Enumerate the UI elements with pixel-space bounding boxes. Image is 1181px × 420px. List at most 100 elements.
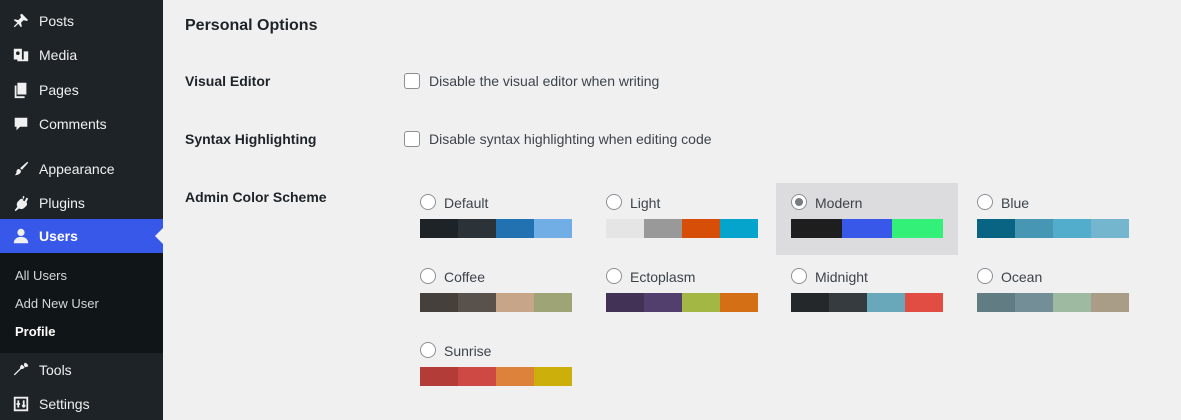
color-scheme-name: Default xyxy=(444,195,489,211)
color-swatch xyxy=(420,219,458,238)
visual-editor-checkbox[interactable] xyxy=(404,73,420,89)
color-swatch xyxy=(905,293,943,312)
color-scheme-radio[interactable] xyxy=(420,342,436,358)
plug-icon xyxy=(11,193,31,213)
syntax-highlighting-option[interactable]: Disable syntax highlighting when editing… xyxy=(404,131,712,147)
color-scheme-radio[interactable] xyxy=(791,268,807,284)
color-swatch xyxy=(1053,219,1091,238)
color-swatch xyxy=(606,219,644,238)
color-swatch xyxy=(496,367,534,386)
submenu-all-users[interactable]: All Users xyxy=(15,268,67,283)
sidebar-item-label: Settings xyxy=(39,396,90,412)
color-scheme-modern[interactable]: Modern xyxy=(776,183,958,255)
color-scheme-ocean[interactable]: Ocean xyxy=(962,257,1144,329)
color-scheme-default[interactable]: Default xyxy=(405,183,587,255)
color-scheme-coffee[interactable]: Coffee xyxy=(405,257,587,329)
color-scheme-name: Modern xyxy=(815,195,863,211)
admin-sidebar: Posts Media Pages Comments Appearance Pl… xyxy=(0,0,163,420)
brush-icon xyxy=(11,159,31,179)
color-palette xyxy=(420,293,572,312)
color-scheme-radio[interactable] xyxy=(606,268,622,284)
color-swatch xyxy=(1015,293,1053,312)
color-palette xyxy=(420,367,572,386)
color-swatch xyxy=(1015,219,1053,238)
color-swatch xyxy=(720,293,758,312)
color-scheme-midnight[interactable]: Midnight xyxy=(776,257,958,329)
color-swatch xyxy=(892,219,944,238)
color-swatch xyxy=(534,219,572,238)
color-scheme-blue[interactable]: Blue xyxy=(962,183,1144,255)
color-scheme-name: Blue xyxy=(1001,195,1030,211)
color-swatch xyxy=(720,219,758,238)
sidebar-item-label: Appearance xyxy=(39,161,115,177)
color-scheme-ectoplasm[interactable]: Ectoplasm xyxy=(591,257,773,329)
color-swatch xyxy=(644,219,682,238)
sidebar-item-media[interactable]: Media xyxy=(0,38,163,72)
color-swatch xyxy=(841,219,893,238)
color-scheme-radio[interactable] xyxy=(420,194,436,210)
color-scheme-sunrise[interactable]: Sunrise xyxy=(405,331,587,403)
submenu-profile[interactable]: Profile xyxy=(15,324,55,339)
sidebar-item-appearance[interactable]: Appearance xyxy=(0,152,163,186)
color-scheme-name: Ectoplasm xyxy=(630,269,696,285)
admin-color-scheme-label: Admin Color Scheme xyxy=(185,189,327,205)
color-scheme-radio[interactable] xyxy=(791,194,807,210)
sidebar-item-label: Tools xyxy=(39,362,72,378)
color-scheme-name: Coffee xyxy=(444,269,485,285)
syntax-highlighting-label: Syntax Highlighting xyxy=(185,131,317,147)
sidebar-item-label: Media xyxy=(39,47,78,63)
sidebar-item-settings[interactable]: Settings xyxy=(0,387,163,420)
color-scheme-name: Sunrise xyxy=(444,343,492,359)
visual-editor-label: Visual Editor xyxy=(185,73,271,89)
color-swatch xyxy=(458,367,496,386)
sidebar-item-posts[interactable]: Posts xyxy=(0,4,163,38)
main-content: Personal Options Visual Editor Disable t… xyxy=(163,0,1181,420)
color-scheme-name: Midnight xyxy=(815,269,868,285)
media-icon xyxy=(11,45,31,65)
color-scheme-radio[interactable] xyxy=(977,268,993,284)
color-palette xyxy=(977,293,1129,312)
color-scheme-light[interactable]: Light xyxy=(591,183,773,255)
comment-icon xyxy=(11,114,31,134)
color-swatch xyxy=(644,293,682,312)
color-palette xyxy=(606,219,758,238)
user-icon xyxy=(11,226,31,246)
color-scheme-name: Ocean xyxy=(1001,269,1043,285)
color-palette xyxy=(420,219,572,238)
color-swatch xyxy=(977,293,1015,312)
users-submenu: All Users Add New User Profile xyxy=(0,253,163,353)
color-swatch xyxy=(829,293,867,312)
pages-icon xyxy=(11,80,31,100)
visual-editor-checkbox-label: Disable the visual editor when writing xyxy=(429,73,660,89)
color-scheme-name: Light xyxy=(630,195,661,211)
color-swatch xyxy=(496,293,534,312)
sidebar-item-pages[interactable]: Pages xyxy=(0,73,163,107)
color-swatch xyxy=(458,293,496,312)
color-swatch xyxy=(791,219,842,238)
pin-icon xyxy=(11,11,31,31)
submenu-add-new-user[interactable]: Add New User xyxy=(15,296,99,311)
color-swatch xyxy=(682,293,720,312)
sidebar-item-comments[interactable]: Comments xyxy=(0,107,163,141)
color-scheme-radio[interactable] xyxy=(606,194,622,210)
sidebar-item-users[interactable]: Users xyxy=(0,219,163,253)
syntax-highlighting-checkbox[interactable] xyxy=(404,131,420,147)
color-scheme-radio[interactable] xyxy=(420,268,436,284)
sidebar-item-tools[interactable]: Tools xyxy=(0,353,163,387)
sidebar-item-label: Users xyxy=(39,228,78,244)
color-swatch xyxy=(420,367,458,386)
color-swatch xyxy=(1053,293,1091,312)
color-scheme-radio[interactable] xyxy=(977,194,993,210)
sidebar-item-label: Posts xyxy=(39,13,75,29)
color-swatch xyxy=(977,219,1015,238)
color-swatch xyxy=(420,293,458,312)
sidebar-item-label: Pages xyxy=(39,82,79,98)
color-palette xyxy=(791,219,944,238)
color-swatch xyxy=(496,219,534,238)
color-palette xyxy=(791,293,943,312)
sidebar-item-plugins[interactable]: Plugins xyxy=(0,186,163,220)
color-swatch xyxy=(867,293,905,312)
visual-editor-option[interactable]: Disable the visual editor when writing xyxy=(404,73,659,89)
color-swatch xyxy=(1091,219,1129,238)
color-swatch xyxy=(1091,293,1129,312)
